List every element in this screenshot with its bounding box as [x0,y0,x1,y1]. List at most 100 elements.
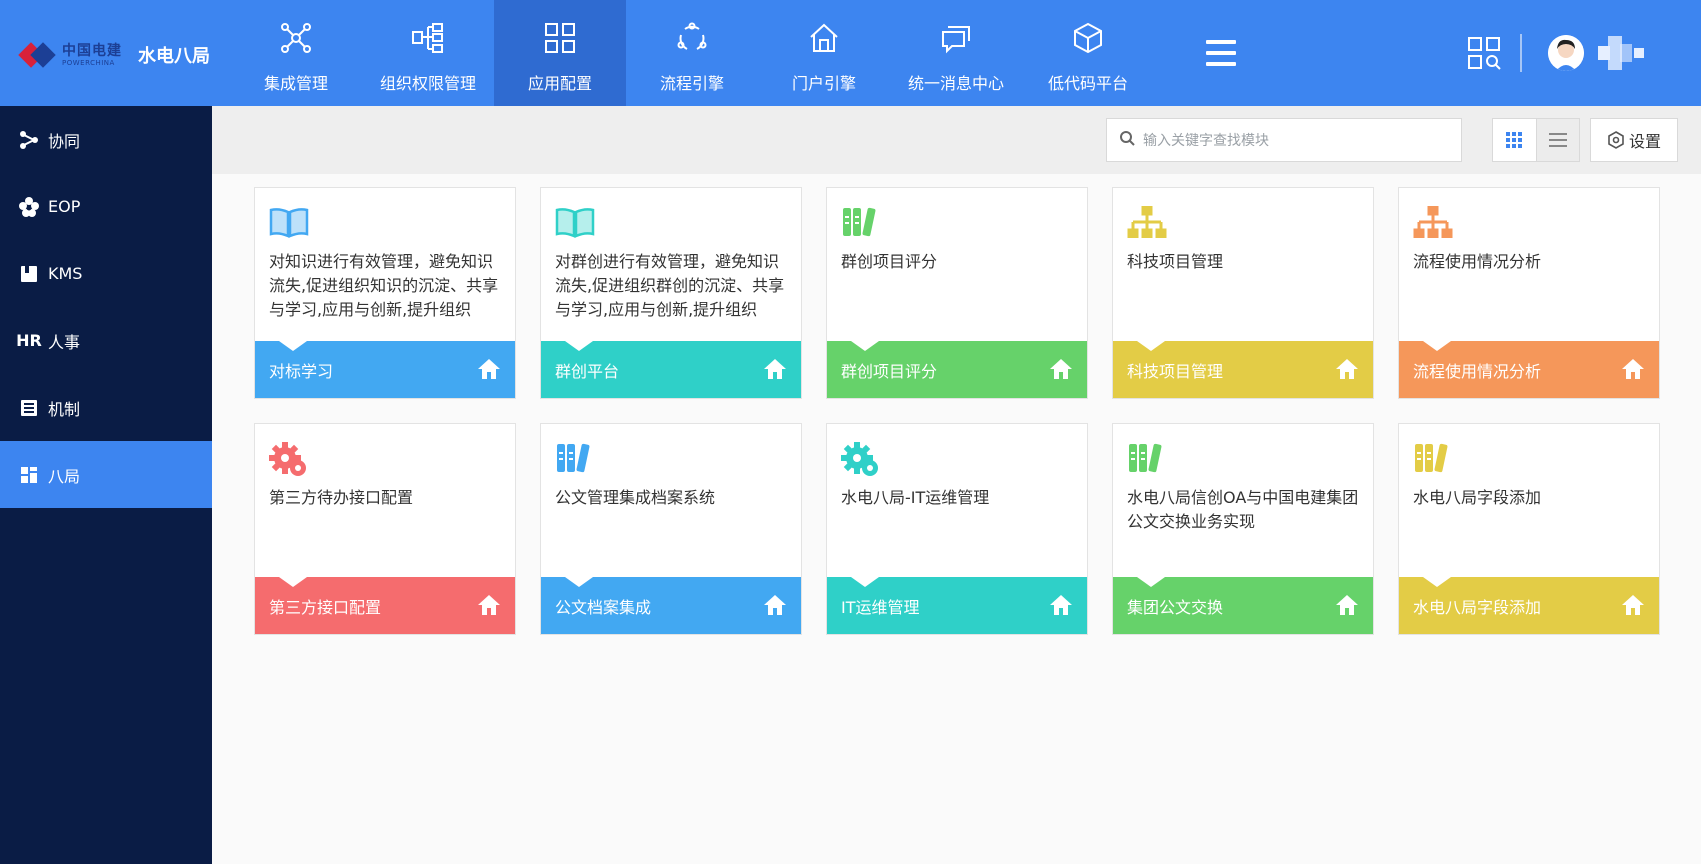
home-icon[interactable] [477,593,501,617]
avatar[interactable] [1548,35,1584,71]
sidebar-item-eop[interactable]: EOP [0,173,212,240]
home-icon[interactable] [1621,357,1645,381]
home-icon[interactable] [763,593,787,617]
hierarchy-icon [1413,204,1453,240]
nav-item-message-center[interactable]: 统一消息中心 [890,0,1022,106]
module-description: 水电八局字段添加 [1413,488,1542,507]
module-description: 科技项目管理 [1127,252,1224,271]
top-header: 中国电建 POWERCHINA 水电八局 集成管理 组织权限管理 应用配置 流程… [0,0,1701,106]
notch-decoration [1137,577,1165,587]
module-description: 群创项目评分 [841,252,938,271]
message-icon [936,18,976,58]
grid-view-button[interactable] [1493,119,1536,161]
home-icon[interactable] [1049,357,1073,381]
nav-item-low-code[interactable]: 低代码平台 [1022,0,1154,106]
settings-button[interactable]: 设置 [1590,118,1678,162]
search-input[interactable] [1143,132,1443,148]
nav-label: 应用配置 [527,74,592,93]
hr-icon: HR [16,331,42,350]
module-title-bar[interactable]: 集团公文交换 [1113,566,1373,634]
share-icon [18,129,40,151]
module-title-bar[interactable]: IT运维管理 [827,566,1087,634]
sidebar-item-hr[interactable]: HR 人事 [0,307,212,374]
books-icon [1413,442,1453,476]
brand-logo-cn: 中国电建 [62,42,122,59]
module-title-bar[interactable]: 公文档案集成 [541,566,801,634]
nav-label: 低代码平台 [1047,74,1128,93]
module-title-bar[interactable]: 对标学习 [255,330,515,398]
notch-decoration [1137,341,1165,351]
home-icon[interactable] [1335,357,1359,381]
module-title-bar[interactable]: 流程使用情况分析 [1399,330,1659,398]
list-view-button[interactable] [1535,119,1579,161]
home-icon[interactable] [477,357,501,381]
module-card[interactable]: 水电八局字段添加 水电八局字段添加 [1398,423,1660,635]
module-card[interactable]: 对群创进行有效管理，避免知识流失,促进组织群创的沉淀、共享与学习,应用与创新,提… [540,187,802,399]
notch-decoration [279,341,307,351]
home-icon[interactable] [1049,593,1073,617]
sidebar-item-label: 机制 [48,399,81,419]
search-box[interactable] [1106,118,1462,162]
sidebar-item-bureau8[interactable]: 八局 [0,441,212,508]
nav-label: 统一消息中心 [907,74,1004,93]
module-card[interactable]: 群创项目评分 群创项目评分 [826,187,1088,399]
books-icon [1127,442,1167,476]
brand[interactable]: 中国电建 POWERCHINA 水电八局 [18,40,210,70]
module-description: 对群创进行有效管理，避免知识流失,促进组织群创的沉淀、共享与学习,应用与创新,提… [555,252,785,319]
view-toggle [1492,118,1580,162]
open-book-icon [555,206,595,240]
module-description: 第三方待办接口配置 [269,488,414,507]
nav-item-app-config[interactable]: 应用配置 [494,0,626,106]
module-card[interactable]: 对知识进行有效管理，避免知识流失,促进组织知识的沉淀、共享与学习,应用与创新,提… [254,187,516,399]
org-tree-icon [408,18,448,58]
module-description: 水电八局-IT运维管理 [841,488,990,507]
toolbar: 设置 [212,106,1701,174]
module-title: 流程使用情况分析 [1413,361,1542,381]
nav-item-integration[interactable]: 集成管理 [230,0,362,106]
powerchina-logo-icon [18,40,56,70]
home-icon [804,18,844,58]
sidebar-item-label: EOP [48,197,81,216]
nav-item-workflow-engine[interactable]: 流程引擎 [626,0,758,106]
nav-label: 流程引擎 [659,74,724,93]
sidebar-item-mechanism[interactable]: 机制 [0,374,212,441]
module-card[interactable]: 水电八局信创OA与中国电建集团公文交换业务实现 集团公文交换 [1112,423,1374,635]
sidebar-item-collaboration[interactable]: 协同 [0,106,212,173]
module-card[interactable]: 流程使用情况分析 流程使用情况分析 [1398,187,1660,399]
module-title-bar[interactable]: 水电八局字段添加 [1399,566,1659,634]
sidebar-item-kms[interactable]: KMS [0,240,212,307]
grid-view-icon [1506,132,1523,148]
notch-decoration [851,577,879,587]
module-title: 第三方接口配置 [269,597,382,617]
network-icon [276,18,316,58]
nav-item-portal-engine[interactable]: 门户引擎 [758,0,890,106]
home-icon[interactable] [1335,593,1359,617]
home-icon[interactable] [1621,593,1645,617]
nav-item-org-permission[interactable]: 组织权限管理 [362,0,494,106]
gears-icon [841,442,881,476]
document-list-icon [18,397,40,419]
module-card[interactable]: 水电八局-IT运维管理 IT运维管理 [826,423,1088,635]
nav-label: 门户引擎 [791,74,856,93]
notch-decoration [851,341,879,351]
home-icon[interactable] [763,357,787,381]
gears-icon [269,442,309,476]
menu-icon[interactable] [1206,40,1236,66]
module-title-bar[interactable]: 群创平台 [541,330,801,398]
username-blurred [1592,36,1644,70]
module-title-bar[interactable]: 科技项目管理 [1113,330,1373,398]
qr-scan-icon[interactable] [1467,36,1501,70]
module-title: 群创项目评分 [841,361,938,381]
module-title-bar[interactable]: 群创项目评分 [827,330,1087,398]
sidebar-item-label: KMS [48,264,83,283]
module-card[interactable]: 科技项目管理 科技项目管理 [1112,187,1374,399]
book-icon [18,263,40,285]
module-title: 水电八局字段添加 [1413,597,1542,617]
top-nav: 集成管理 组织权限管理 应用配置 流程引擎 门户引擎 统一消息中心 低代码平台 [230,0,1154,106]
module-card[interactable]: 公文管理集成档案系统 公文档案集成 [540,423,802,635]
header-divider [1520,34,1522,72]
notch-decoration [279,577,307,587]
module-title-bar[interactable]: 第三方接口配置 [255,566,515,634]
grid-icon [540,18,580,58]
module-card[interactable]: 第三方待办接口配置 第三方接口配置 [254,423,516,635]
